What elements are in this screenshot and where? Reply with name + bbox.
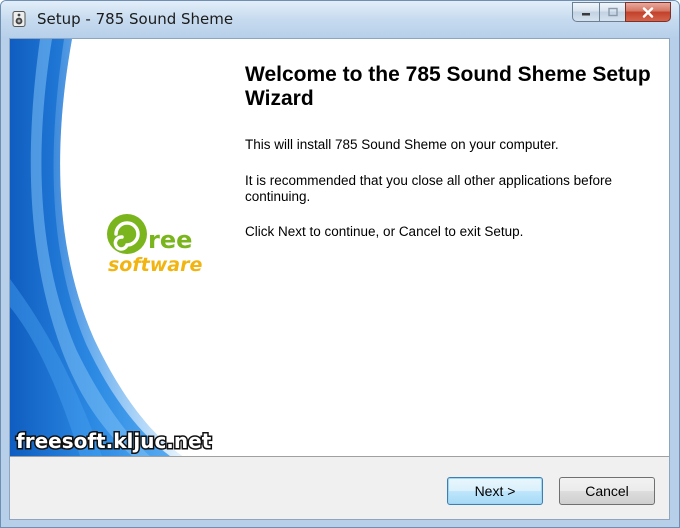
caption-buttons [572,2,671,22]
intro-text: This will install 785 Sound Sheme on you… [245,137,559,152]
close-icon [642,6,654,18]
watermark-text: freesoft.kljuc.net [16,429,212,453]
logo-text-software: software [108,254,202,276]
maximize-button[interactable] [599,2,625,22]
page-title: Welcome to the 785 Sound Sheme Setup Wiz… [245,63,651,110]
minimize-icon [582,13,590,16]
minimize-button[interactable] [572,2,599,22]
window-title: Setup - 785 Sound Sheme [37,10,234,28]
next-button[interactable]: Next > [447,477,543,505]
instruction-text: Click Next to continue, or Cancel to exi… [245,224,524,239]
title-bar[interactable]: Setup - 785 Sound Sheme [1,1,679,37]
setup-app-icon [12,11,26,27]
sidebar-banner: ree software freesoft.kljuc.net [10,39,213,456]
close-button[interactable] [625,2,671,22]
setup-window: Setup - 785 Sound Sheme ree software fre… [0,0,680,528]
logo-text-ree: ree [148,226,192,254]
wizard-page: ree software freesoft.kljuc.net Welcome … [9,38,670,520]
free-software-logo: ree software [107,214,202,276]
maximize-icon [607,7,618,17]
cancel-button[interactable]: Cancel [559,477,655,505]
recommendation-text: It is recommended that you close all oth… [245,173,612,204]
